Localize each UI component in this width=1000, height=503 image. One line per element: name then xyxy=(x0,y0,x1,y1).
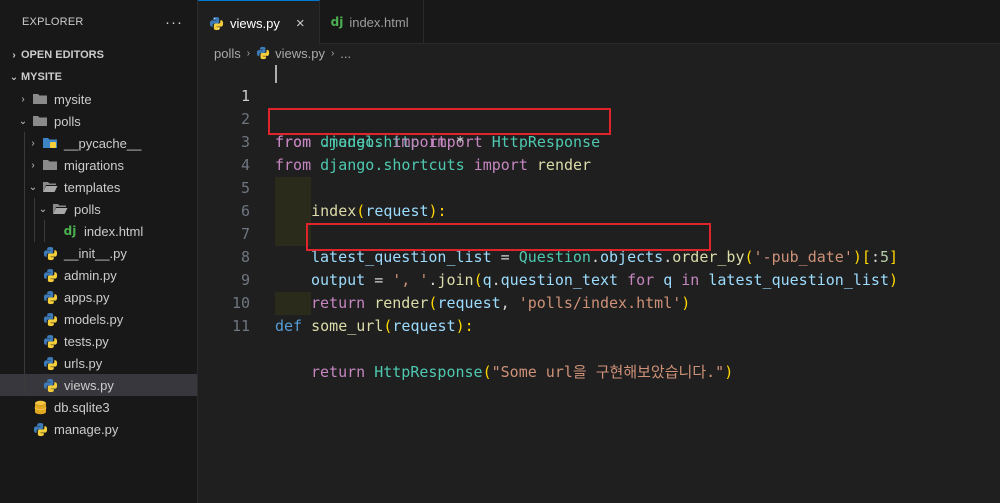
chevron-right-icon: › xyxy=(12,49,16,61)
tree-item[interactable]: ⌄ polls xyxy=(0,198,197,220)
open-editors-label: OPEN EDITORS xyxy=(21,49,104,61)
tab-views-py[interactable]: views.py × xyxy=(198,0,320,45)
tree-item-label: mysite xyxy=(54,91,92,107)
tree-item-label: tests.py xyxy=(64,333,109,349)
code-editor[interactable]: 1 from django.http import HttpResponse 2… xyxy=(198,62,1000,503)
code-line-7: 7 output = ', '.join(q.question_text for… xyxy=(198,200,1000,289)
close-icon[interactable]: × xyxy=(296,15,305,32)
django-icon: dj xyxy=(330,15,344,29)
highlight-box-import-render xyxy=(268,108,611,135)
tree-item-label: __init__.py xyxy=(64,245,127,261)
workspace-section[interactable]: ⌄ MYSITE xyxy=(0,66,197,88)
code-line-2: 2 from .models import * xyxy=(198,85,1000,151)
python-icon xyxy=(209,16,224,31)
tree-item[interactable]: __init__.py xyxy=(0,242,197,264)
python-icon xyxy=(42,311,58,327)
folder-open-icon xyxy=(42,179,58,195)
chevron-down-icon: ⌄ xyxy=(38,203,48,215)
tree-item[interactable]: manage.py xyxy=(0,418,197,440)
tree-item-label: __pycache__ xyxy=(64,135,142,151)
tree-item[interactable]: urls.py xyxy=(0,352,197,374)
tree-item[interactable]: ⌄ polls xyxy=(0,110,197,132)
chevron-right-icon: › xyxy=(246,47,251,59)
tree-item-label: polls xyxy=(54,113,81,129)
tree-item[interactable]: db.sqlite3 xyxy=(0,396,197,418)
code-line-11: 11 return HttpResponse("Some url을 구현해보았습… xyxy=(198,292,1000,381)
python-icon xyxy=(32,421,48,437)
breadcrumb-file[interactable]: views.py xyxy=(275,46,325,61)
code-line-6: 6 latest_question_list = Question.object… xyxy=(198,177,1000,266)
tree-item-label: index.html xyxy=(84,223,144,239)
tree-item-label: manage.py xyxy=(54,421,119,437)
code-text: return HttpResponse("Some url을 구현해보았습니다.… xyxy=(311,363,734,381)
python-icon xyxy=(42,377,58,393)
tree-item-label: db.sqlite3 xyxy=(54,399,110,415)
tree-item[interactable]: › mysite xyxy=(0,88,197,110)
code-line-5: 5 def index(request): xyxy=(198,154,1000,220)
tab-bar: views.py × dj index.html xyxy=(198,0,1000,45)
open-editors-section[interactable]: › OPEN EDITORS xyxy=(0,44,197,66)
tree-item[interactable]: › migrations xyxy=(0,154,197,176)
tree-item[interactable]: views.py xyxy=(0,374,197,396)
tab-label: views.py xyxy=(230,15,280,31)
chevron-right-icon: › xyxy=(31,159,35,171)
explorer-sidebar: EXPLORER ··· › OPEN EDITORS ⌄ MYSITE › my… xyxy=(0,0,198,503)
folder-open-icon xyxy=(52,201,68,217)
chevron-down-icon: ⌄ xyxy=(28,181,38,193)
tree-item[interactable]: models.py xyxy=(0,308,197,330)
code-line-10: 10 def some_url(request): xyxy=(198,269,1000,335)
breadcrumb: polls › views.py › ... xyxy=(198,44,1000,62)
python-icon xyxy=(256,46,270,60)
chevron-right-icon: › xyxy=(21,93,25,105)
tree-item[interactable]: admin.py xyxy=(0,264,197,286)
tab-label: index.html xyxy=(349,14,409,30)
explorer-header: EXPLORER ··· xyxy=(0,0,197,44)
code-text: def some_url(request): xyxy=(275,317,474,335)
chevron-down-icon: ⌄ xyxy=(9,71,19,83)
tree-item-label: urls.py xyxy=(64,355,103,371)
folder-icon xyxy=(42,157,58,173)
python-icon xyxy=(42,267,58,283)
python-icon xyxy=(42,245,58,261)
tree-item[interactable]: ⌄ templates xyxy=(0,176,197,198)
python-icon xyxy=(42,333,58,349)
tree-item[interactable]: apps.py xyxy=(0,286,197,308)
tree-item-label: apps.py xyxy=(64,289,110,305)
python-folder-icon xyxy=(42,135,58,151)
tree-item[interactable]: › __pycache__ xyxy=(0,132,197,154)
highlight-box-return-render xyxy=(306,223,711,251)
text-cursor xyxy=(275,65,277,83)
code-line-1: 1 from django.http import HttpResponse xyxy=(198,62,1000,151)
chevron-right-icon: › xyxy=(330,47,335,59)
tree-item-label: polls xyxy=(74,201,101,217)
tree-item-label: admin.py xyxy=(64,267,117,283)
line-number: 11 xyxy=(231,317,250,335)
python-icon xyxy=(42,355,58,371)
tree-item-label: migrations xyxy=(64,157,124,173)
editor-area: views.py × dj index.html polls › views.p… xyxy=(198,0,1000,503)
folder-icon xyxy=(32,113,48,129)
breadcrumb-symbol[interactable]: ... xyxy=(340,46,351,61)
django-icon: dj xyxy=(63,224,77,238)
chevron-right-icon: › xyxy=(31,137,35,149)
workspace-label: MYSITE xyxy=(21,71,62,83)
tree-item-label: views.py xyxy=(64,377,114,393)
tree-item-label: templates xyxy=(64,179,121,195)
tree-item[interactable]: dj index.html xyxy=(0,220,197,242)
tab-index-html[interactable]: dj index.html xyxy=(320,0,424,44)
explorer-title: EXPLORER xyxy=(22,16,84,28)
breadcrumb-folder[interactable]: polls xyxy=(214,46,241,61)
python-icon xyxy=(42,289,58,305)
file-tree: › mysite ⌄ polls › __pycache__ › migrations ⌄ tem… xyxy=(0,88,197,440)
more-actions-icon[interactable]: ··· xyxy=(165,14,183,31)
tree-item[interactable]: tests.py xyxy=(0,330,197,352)
chevron-down-icon: ⌄ xyxy=(18,115,28,127)
tree-item-label: models.py xyxy=(64,311,124,327)
folder-icon xyxy=(32,91,48,107)
database-icon xyxy=(32,399,48,415)
